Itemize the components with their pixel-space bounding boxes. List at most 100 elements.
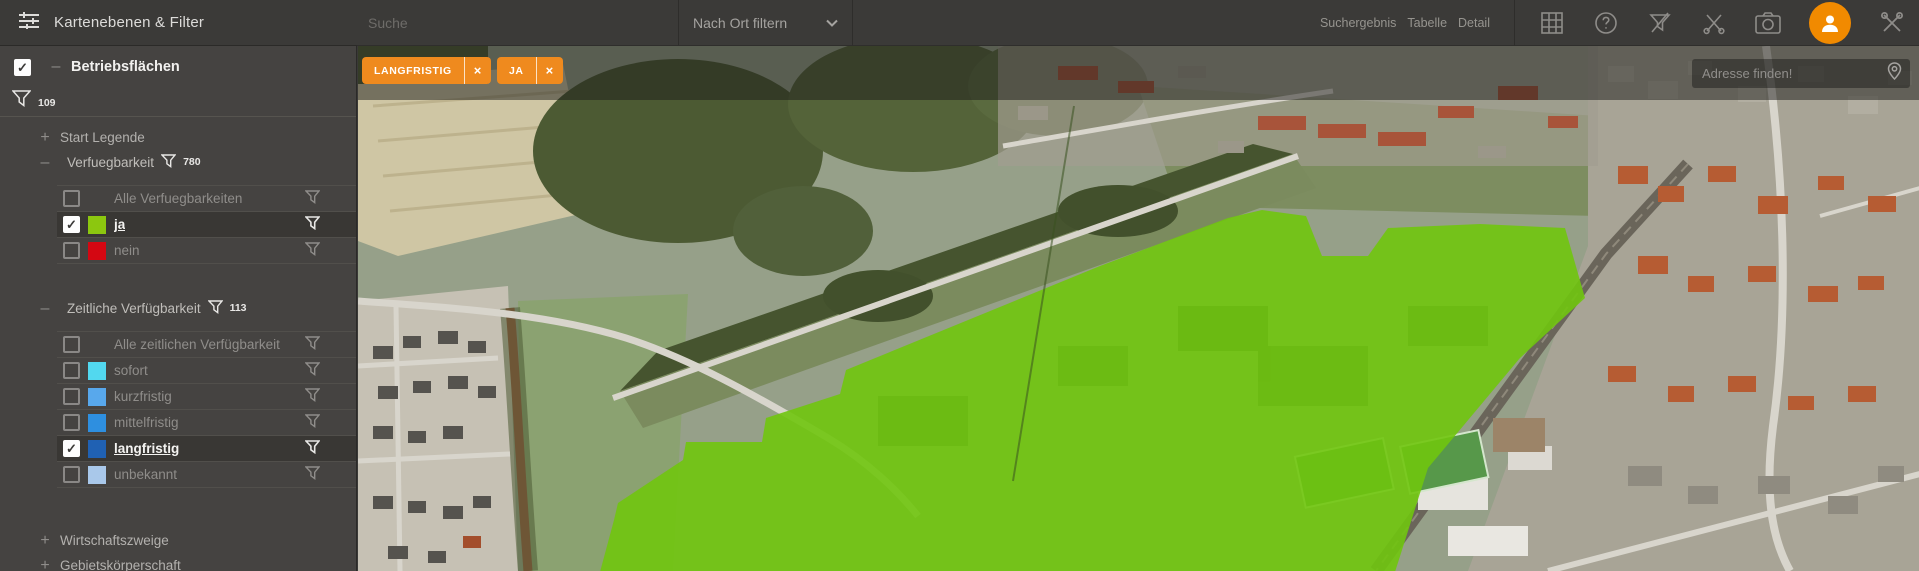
value-checkbox[interactable]: ✓ xyxy=(63,216,80,233)
top-bar-right: Suchergebnis Tabelle Detail xyxy=(1320,0,1919,46)
chip-label: JA xyxy=(497,65,536,77)
section-filter-count: 780 xyxy=(183,156,201,169)
row-filter-icon[interactable] xyxy=(305,190,320,207)
row-filter-icon[interactable] xyxy=(305,466,320,483)
row-filter-icon[interactable] xyxy=(305,440,320,457)
color-swatch xyxy=(88,362,106,380)
color-swatch xyxy=(88,466,106,484)
user-icon xyxy=(1819,12,1841,34)
satellite-imagery xyxy=(358,46,1919,571)
location-pin-icon[interactable] xyxy=(1887,62,1902,85)
global-search xyxy=(358,0,678,46)
value-row-alle-zeitlichen[interactable]: Alle zeitlichen Verfügbarkeit xyxy=(57,332,356,358)
chevron-down-icon xyxy=(826,19,838,27)
table-grid-icon[interactable] xyxy=(1539,10,1565,36)
tree-node-wirtschaftszweige[interactable]: + Wirtschaftszweige xyxy=(0,528,356,553)
map-filter-strip xyxy=(358,46,1919,100)
value-row-nein[interactable]: nein xyxy=(57,238,356,264)
layer-checkbox[interactable]: ✓ xyxy=(14,59,31,76)
layers-filter-icon xyxy=(18,11,40,34)
value-label: Alle zeitlichen Verfügbarkeit xyxy=(114,337,280,352)
filter-off-icon[interactable] xyxy=(1647,10,1673,36)
node-label: Gebietskörperschaft xyxy=(60,558,181,571)
collapse-icon[interactable]: – xyxy=(32,300,58,318)
filter-chip-langfristig[interactable]: LANGFRISTIG × xyxy=(362,57,491,84)
place-filter-select[interactable]: Nach Ort filtern xyxy=(679,0,852,46)
value-checkbox[interactable] xyxy=(63,466,80,483)
expand-icon[interactable]: + xyxy=(32,557,58,571)
node-label: Wirtschaftszweige xyxy=(60,533,169,548)
value-label: kurzfristig xyxy=(114,389,172,404)
address-search xyxy=(1692,59,1910,88)
link-detail[interactable]: Detail xyxy=(1458,16,1490,30)
collapse-toggle[interactable]: – xyxy=(43,58,69,76)
section-filter-icon[interactable] xyxy=(208,300,223,317)
value-checkbox[interactable] xyxy=(63,414,80,431)
tree-node-verfuegbarkeit[interactable]: – Verfuegbarkeit 780 xyxy=(0,150,356,175)
value-label: unbekannt xyxy=(114,467,177,482)
row-filter-icon[interactable] xyxy=(305,362,320,379)
color-swatch xyxy=(88,388,106,406)
tree-node-gebietskoerperschaft[interactable]: + Gebietskörperschaft xyxy=(0,553,356,571)
section-filter-icon[interactable] xyxy=(161,154,176,171)
color-swatch xyxy=(88,414,106,432)
link-tabelle[interactable]: Tabelle xyxy=(1407,16,1447,30)
row-filter-icon[interactable] xyxy=(305,216,320,233)
value-row-kurzfristig[interactable]: kurzfristig xyxy=(57,384,356,410)
value-label: mittelfristig xyxy=(114,415,179,430)
sidebar-header: Kartenebenen & Filter xyxy=(0,0,357,46)
link-suchergebnis[interactable]: Suchergebnis xyxy=(1320,16,1396,30)
filter-count: 109 xyxy=(38,97,56,110)
zeitliche-items: Alle zeitlichen Verfügbarkeit sofort kur… xyxy=(57,331,356,488)
filter-icon[interactable] xyxy=(12,90,31,110)
help-icon[interactable] xyxy=(1593,10,1619,36)
camera-icon[interactable] xyxy=(1755,10,1781,36)
row-filter-icon[interactable] xyxy=(305,388,320,405)
place-filter-label: Nach Ort filtern xyxy=(693,15,787,31)
collapse-icon[interactable]: – xyxy=(32,154,58,172)
chip-close-icon[interactable]: × xyxy=(537,63,563,78)
value-checkbox[interactable] xyxy=(63,190,80,207)
value-checkbox[interactable] xyxy=(63,242,80,259)
chip-label: LANGFRISTIG xyxy=(362,65,464,77)
value-label: nein xyxy=(114,243,140,258)
color-swatch xyxy=(88,216,106,234)
color-swatch xyxy=(88,242,106,260)
color-swatch xyxy=(88,440,106,458)
scissors-icon[interactable] xyxy=(1701,10,1727,36)
app-window: LANGFRISTIG × JA × Ka xyxy=(0,0,1919,571)
layer-label: Betriebsflächen xyxy=(71,59,180,75)
value-checkbox[interactable] xyxy=(63,336,80,353)
value-label: Alle Verfuegbarkeiten xyxy=(114,191,242,206)
value-checkbox[interactable] xyxy=(63,362,80,379)
user-avatar-button[interactable] xyxy=(1809,2,1851,44)
layer-row-betriebsflaechen[interactable]: ✓ – Betriebsflächen xyxy=(0,46,356,88)
value-label: langfristig xyxy=(114,441,179,456)
row-filter-icon[interactable] xyxy=(305,336,320,353)
value-row-ja[interactable]: ✓ ja xyxy=(57,212,356,238)
value-checkbox[interactable] xyxy=(63,388,80,405)
active-filter-chips: LANGFRISTIG × JA × xyxy=(362,57,563,84)
row-filter-icon[interactable] xyxy=(305,242,320,259)
value-row-mittelfristig[interactable]: mittelfristig xyxy=(57,410,356,436)
value-row-langfristig[interactable]: ✓ langfristig xyxy=(57,436,356,462)
divider xyxy=(852,0,853,46)
divider xyxy=(1514,0,1515,46)
value-checkbox[interactable]: ✓ xyxy=(63,440,80,457)
row-filter-icon[interactable] xyxy=(305,414,320,431)
tools-icon[interactable] xyxy=(1879,10,1905,36)
value-row-unbekannt[interactable]: unbekannt xyxy=(57,462,356,488)
verfuegbarkeit-items: Alle Verfuegbarkeiten ✓ ja nein xyxy=(57,185,356,264)
expand-icon[interactable]: + xyxy=(32,129,58,147)
node-label: Start Legende xyxy=(60,130,145,145)
value-row-alle-verfuegbarkeiten[interactable]: Alle Verfuegbarkeiten xyxy=(57,186,356,212)
value-row-sofort[interactable]: sofort xyxy=(57,358,356,384)
tree-node-start-legende[interactable]: + Start Legende xyxy=(0,125,356,150)
search-input[interactable] xyxy=(358,15,658,31)
expand-icon[interactable]: + xyxy=(32,532,58,550)
chip-close-icon[interactable]: × xyxy=(465,63,491,78)
tree-node-zeitliche-verfuegbarkeit[interactable]: – Zeitliche Verfügbarkeit 113 xyxy=(0,296,356,321)
address-search-input[interactable] xyxy=(1692,66,1887,81)
map-canvas[interactable] xyxy=(358,46,1919,571)
filter-chip-ja[interactable]: JA × xyxy=(497,57,563,84)
